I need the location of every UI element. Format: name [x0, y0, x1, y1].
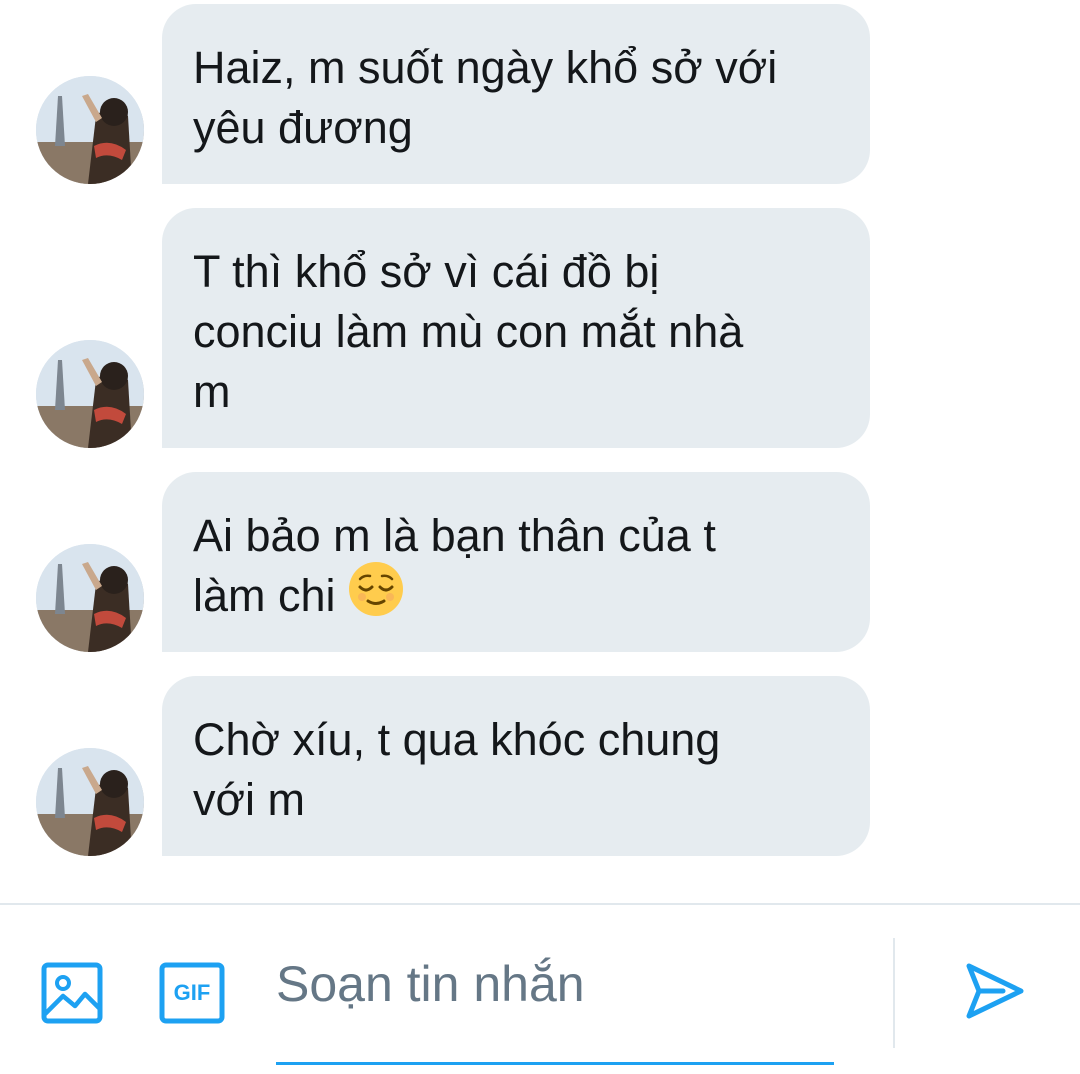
avatar-photo-icon: [36, 748, 144, 856]
sender-avatar[interactable]: [36, 544, 144, 652]
message-bubble[interactable]: Chờ xíu, t qua khóc chung với m: [162, 676, 870, 856]
message-bubble[interactable]: T thì khổ sở vì cái đồ bị conciu làm mù …: [162, 208, 870, 448]
send-button[interactable]: [958, 955, 1030, 1027]
composer-separator: [893, 938, 895, 1048]
sender-avatar[interactable]: [36, 76, 144, 184]
message-text-line: với m: [193, 774, 305, 825]
message-text-line-with-emoji: làm chi: [193, 561, 840, 632]
message-bubble[interactable]: Haiz, m suốt ngày khổ sở với yêu đương: [162, 4, 870, 184]
message-composer: GIF Soạn tin nhắn: [0, 905, 1080, 1074]
message-text-line: yêu đương: [193, 102, 413, 153]
message-text-line: conciu làm mù con mắt nhà: [193, 306, 744, 357]
avatar-photo-icon: [36, 76, 144, 184]
sender-avatar[interactable]: [36, 340, 144, 448]
message-text-line: T thì khổ sở vì cái đồ bị: [193, 246, 660, 297]
message-text-line: Ai bảo m là bạn thân của t: [193, 510, 716, 561]
message-text-line: m: [193, 366, 231, 417]
message-text-line: Chờ xíu, t qua khóc chung: [193, 714, 721, 765]
avatar-photo-icon: [36, 544, 144, 652]
add-image-button[interactable]: [36, 957, 108, 1029]
message-input-underline: [276, 1062, 834, 1065]
message-text-line: làm chi: [193, 570, 336, 621]
message-list[interactable]: Haiz, m suốt ngày khổ sở với yêu đương T…: [0, 0, 1080, 903]
avatar-photo-icon: [36, 340, 144, 448]
message-text-line: Haiz, m suốt ngày khổ sở với: [193, 42, 778, 93]
message-bubble[interactable]: Ai bảo m là bạn thân của t làm chi: [162, 472, 870, 652]
add-gif-button[interactable]: GIF: [156, 957, 228, 1029]
send-icon: [966, 963, 1024, 1019]
relieved-face-emoji-icon: [348, 561, 404, 632]
message-input[interactable]: Soạn tin nhắn: [276, 955, 834, 1013]
sender-avatar[interactable]: [36, 748, 144, 856]
gif-label: GIF: [173, 980, 211, 1005]
image-icon: [41, 962, 103, 1024]
